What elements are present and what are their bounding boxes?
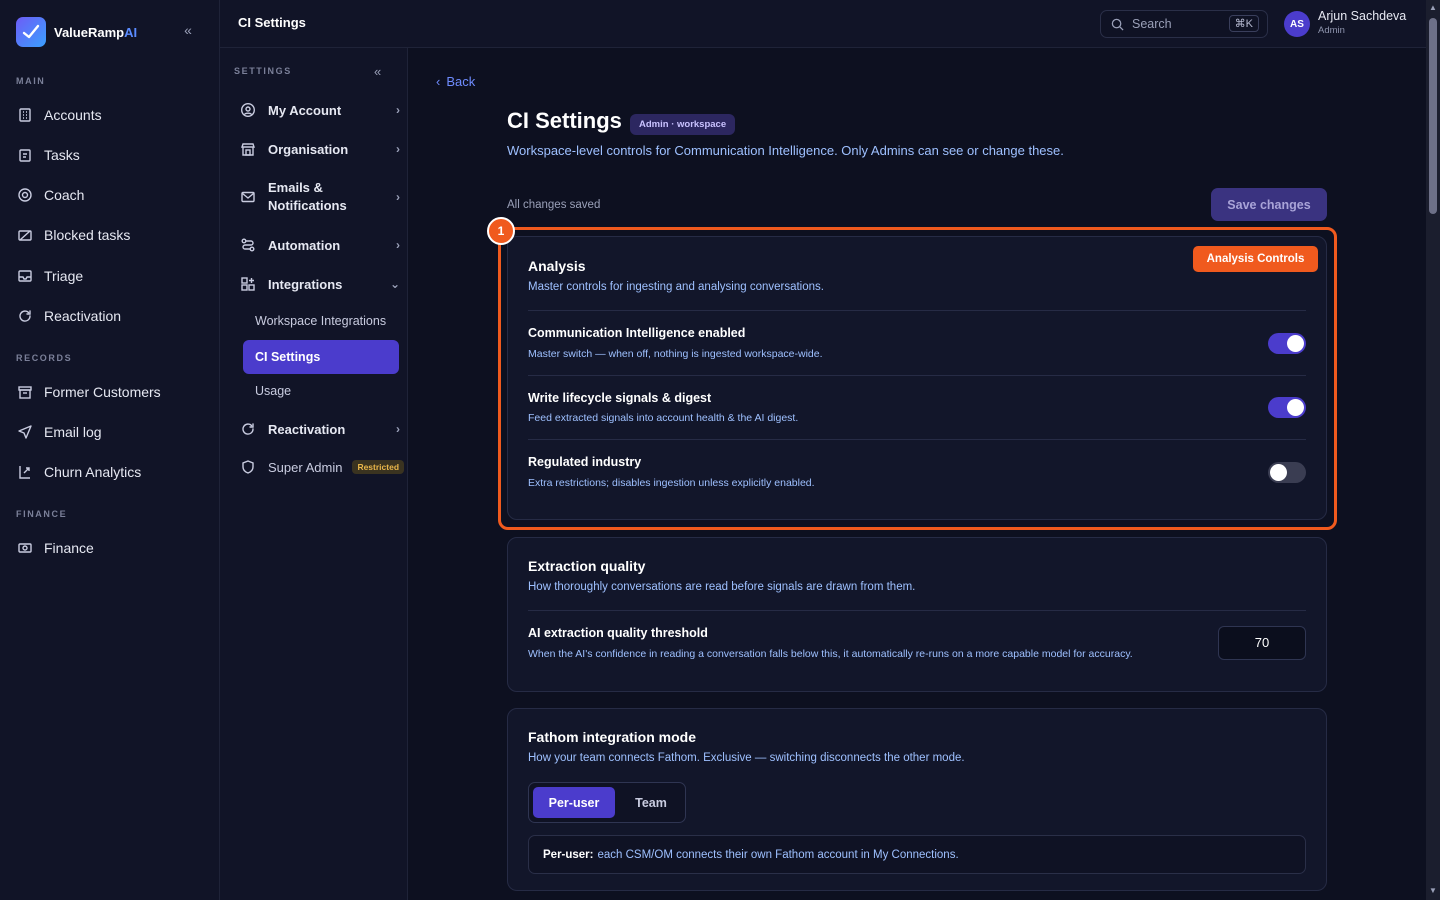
page-title: CI Settings <box>507 108 622 133</box>
scroll-down-icon[interactable]: ▼ <box>1429 886 1437 895</box>
chevron-right-icon: › <box>396 190 400 204</box>
fathom-card: Fathom integration mode How your team co… <box>507 708 1327 891</box>
page-subtitle: Workspace-level controls for Communicati… <box>507 143 1064 158</box>
user-circle-icon <box>240 102 256 118</box>
refresh-icon <box>16 307 34 325</box>
chevron-down-icon: ⌄ <box>389 277 400 291</box>
divider <box>528 610 1306 611</box>
section-finance: FINANCE <box>16 509 68 519</box>
extraction-card: Extraction quality How thoroughly conver… <box>507 537 1327 692</box>
brand[interactable]: ValueRampAI <box>16 16 137 48</box>
sidebar-item-coach[interactable]: Coach <box>16 180 206 210</box>
save-status: All changes saved <box>507 199 601 211</box>
chevron-right-icon: › <box>396 238 400 252</box>
settings-nav-title: SETTINGS <box>234 66 292 76</box>
chevron-left-icon: ‹ <box>436 74 441 89</box>
collapse-settings-icon[interactable]: « <box>374 64 381 79</box>
topbar-title: CI Settings <box>238 15 306 30</box>
archive-icon <box>16 383 34 401</box>
user-role: Admin <box>1318 25 1345 36</box>
mode-info-box: Per-user: each CSM/OM connects their own… <box>528 835 1306 874</box>
team-option[interactable]: Team <box>621 787 681 818</box>
chevron-right-icon: › <box>396 142 400 156</box>
workflow-icon <box>240 237 256 253</box>
fathom-mode-selector: Per-user Team <box>528 782 686 823</box>
settings-item-super-admin[interactable]: Super Admin Restricted <box>240 457 410 477</box>
store-icon <box>240 141 256 157</box>
card-title: Extraction quality <box>528 558 646 574</box>
save-button[interactable]: Save changes <box>1211 188 1327 221</box>
blocked-icon <box>16 226 34 244</box>
section-main: MAIN <box>16 76 46 86</box>
settings-nav: SETTINGS « My Account › Organisation › E… <box>220 48 408 900</box>
collapse-sidebar-icon[interactable]: « <box>180 22 196 38</box>
settings-item-organisation[interactable]: Organisation › <box>240 139 400 159</box>
card-subtitle: How your team connects Fathom. Exclusive… <box>528 752 965 764</box>
setting-description: When the AI's confidence in reading a co… <box>528 648 1133 660</box>
logo-icon <box>16 17 46 47</box>
restricted-badge: Restricted <box>352 460 405 474</box>
per-user-option[interactable]: Per-user <box>533 787 615 818</box>
annotation-marker: 1 <box>487 217 515 245</box>
sidebar-item-tasks[interactable]: Tasks <box>16 140 206 170</box>
info-label: Per-user: <box>543 848 594 861</box>
sidebar-item-blocked-tasks[interactable]: Blocked tasks <box>16 220 206 250</box>
inbox-icon <box>16 267 34 285</box>
settings-item-usage[interactable]: Usage <box>255 384 291 398</box>
scroll-up-icon[interactable]: ▲ <box>1429 3 1437 12</box>
quality-threshold-input[interactable]: 70 <box>1218 626 1306 660</box>
sidebar-item-email-log[interactable]: Email log <box>16 417 206 447</box>
sidebar-item-accounts[interactable]: Accounts <box>16 100 206 130</box>
scrollbar-thumb[interactable] <box>1429 18 1437 214</box>
money-icon <box>16 539 34 557</box>
scrollbar[interactable]: ▲ ▼ <box>1426 0 1440 900</box>
main-sidebar: ValueRampAI « MAIN Accounts Tasks Coach … <box>0 0 220 900</box>
shield-icon <box>240 459 256 475</box>
search-input[interactable]: Search ⌘K <box>1100 10 1268 38</box>
settings-item-reactivation[interactable]: Reactivation › <box>240 419 400 439</box>
brand-name: ValueRampAI <box>54 24 138 40</box>
sidebar-item-churn-analytics[interactable]: Churn Analytics <box>16 457 206 487</box>
settings-item-workspace-integrations[interactable]: Workspace Integrations <box>255 314 386 328</box>
topbar: CI Settings Search ⌘K AS Arjun Sachdeva … <box>220 0 1426 48</box>
chevron-right-icon: › <box>396 103 400 117</box>
target-icon <box>16 186 34 204</box>
building-icon <box>16 106 34 124</box>
sidebar-item-finance[interactable]: Finance <box>16 533 206 563</box>
avatar[interactable]: AS <box>1284 11 1310 37</box>
back-link[interactable]: ‹ Back <box>436 74 475 89</box>
scope-badge: Admin · workspace <box>630 114 736 135</box>
settings-item-automation[interactable]: Automation › <box>240 235 400 255</box>
chevron-right-icon: › <box>396 422 400 436</box>
refresh-icon <box>240 421 256 437</box>
sidebar-item-triage[interactable]: Triage <box>16 261 206 291</box>
settings-item-my-account[interactable]: My Account › <box>240 100 400 120</box>
annotation-label: Analysis Controls <box>1193 246 1318 272</box>
user-name[interactable]: Arjun Sachdeva <box>1318 9 1406 23</box>
clipboard-icon <box>16 146 34 164</box>
sidebar-item-reactivation[interactable]: Reactivation <box>16 301 206 331</box>
settings-item-integrations[interactable]: Integrations ⌄ <box>240 274 400 294</box>
setting-title: AI extraction quality threshold <box>528 626 708 640</box>
section-records: RECORDS <box>16 353 73 363</box>
grid-plus-icon <box>240 276 256 292</box>
send-icon <box>16 423 34 441</box>
settings-item-emails-notifications[interactable]: Emails & Notifications › <box>240 178 400 216</box>
info-text: each CSM/OM connects their own Fathom ac… <box>597 848 959 861</box>
search-shortcut: ⌘K <box>1228 15 1259 32</box>
sidebar-item-former-customers[interactable]: Former Customers <box>16 377 206 407</box>
search-placeholder: Search <box>1132 17 1172 31</box>
highlight-frame <box>498 227 1337 530</box>
chart-export-icon <box>16 463 34 481</box>
settings-item-ci-settings[interactable]: CI Settings <box>243 340 399 374</box>
mail-icon <box>240 189 256 205</box>
card-title: Fathom integration mode <box>528 729 696 745</box>
card-subtitle: How thoroughly conversations are read be… <box>528 581 916 593</box>
search-icon <box>1111 18 1124 31</box>
